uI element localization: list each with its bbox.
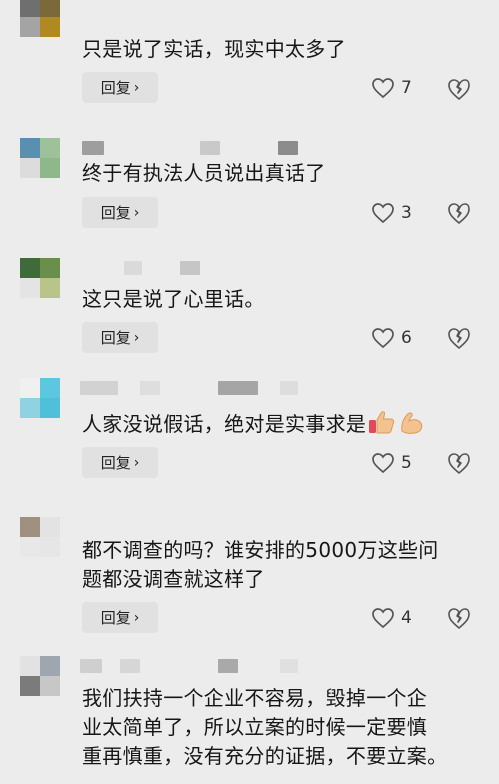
comment-text: 我们扶持一个企业不容易，毁掉一个企 业太简单了，所以立案的时候一定要慎 重再慎重… (82, 684, 482, 771)
like-count: 7 (401, 78, 412, 98)
comment-text-line: 题都没调查就这样了 (82, 567, 265, 591)
like-button[interactable]: 6 (371, 324, 412, 352)
comment-text: 都不调查的吗？谁安排的5000万这些问 题都没调查就这样了 (82, 536, 482, 594)
comment-text: 终于有执法人员说出真话了 (82, 161, 326, 185)
broken-heart-icon[interactable] (446, 76, 472, 102)
broken-heart-icon[interactable] (446, 450, 472, 476)
comment-text-line: 业太简单了，所以立案的时候一定要慎 (82, 715, 428, 739)
reply-label: 回复 (100, 204, 131, 222)
avatar[interactable] (20, 656, 60, 696)
chevron-right-icon: › (133, 329, 140, 346)
heart-icon (372, 328, 394, 349)
username[interactable] (124, 261, 142, 275)
flexed-biceps-icon (401, 412, 423, 434)
chevron-right-icon: › (133, 454, 140, 471)
reply-label: 回复 (100, 79, 131, 97)
heart-icon (372, 78, 394, 99)
like-count: 5 (401, 453, 412, 473)
broken-heart-icon[interactable] (446, 325, 472, 351)
heart-icon (372, 453, 394, 474)
username[interactable] (80, 659, 102, 673)
chevron-right-icon: › (133, 79, 140, 96)
reply-button[interactable]: 回复 › (82, 602, 158, 633)
like-button[interactable]: 4 (371, 604, 412, 632)
reply-label: 回复 (100, 329, 131, 347)
username[interactable] (80, 381, 118, 395)
reply-label: 回复 (100, 609, 131, 627)
comment-text: 这只是说了心里话。 (82, 287, 265, 311)
username (218, 659, 238, 673)
username (140, 381, 160, 395)
reply-label: 回复 (100, 454, 131, 472)
heart-icon (372, 203, 394, 224)
avatar[interactable] (20, 517, 60, 557)
comment-text-line: 我们扶持一个企业不容易，毁掉一个企 (82, 686, 428, 710)
username (180, 261, 200, 275)
thumbs-up-icon (369, 411, 395, 434)
avatar[interactable] (20, 378, 60, 418)
username (218, 381, 258, 395)
broken-heart-icon[interactable] (446, 200, 472, 226)
username (278, 141, 298, 155)
chevron-right-icon: › (133, 609, 140, 626)
avatar[interactable] (20, 0, 60, 37)
like-button[interactable]: 3 (371, 199, 412, 227)
reply-button[interactable]: 回复 › (82, 322, 158, 353)
username (280, 381, 298, 395)
username (280, 659, 298, 673)
broken-heart-icon[interactable] (446, 605, 472, 631)
comment-text: 人家没说假话，绝对是实事求是 (82, 409, 482, 439)
avatar[interactable] (20, 138, 60, 178)
reply-button[interactable]: 回复 › (82, 72, 158, 103)
comment-text: 只是说了实话，现实中太多了 (82, 37, 346, 61)
username[interactable] (82, 141, 104, 155)
like-count: 6 (401, 328, 412, 348)
chevron-right-icon: › (133, 204, 140, 221)
comment-text-line: 都不调查的吗？谁安排的5000万这些问 (82, 538, 439, 562)
avatar[interactable] (20, 258, 60, 298)
comment-text-line: 重再慎重，没有充分的证据，不要立案。 (82, 744, 448, 768)
like-count: 3 (401, 203, 412, 223)
reply-button[interactable]: 回复 › (82, 447, 158, 478)
reply-button[interactable]: 回复 › (82, 197, 158, 228)
username (200, 141, 220, 155)
like-button[interactable]: 5 (371, 449, 412, 477)
like-count: 4 (401, 608, 412, 628)
heart-icon (372, 608, 394, 629)
comment-text-body: 人家没说假话，绝对是实事求是 (82, 412, 367, 436)
like-button[interactable]: 7 (371, 74, 412, 102)
username (120, 659, 140, 673)
